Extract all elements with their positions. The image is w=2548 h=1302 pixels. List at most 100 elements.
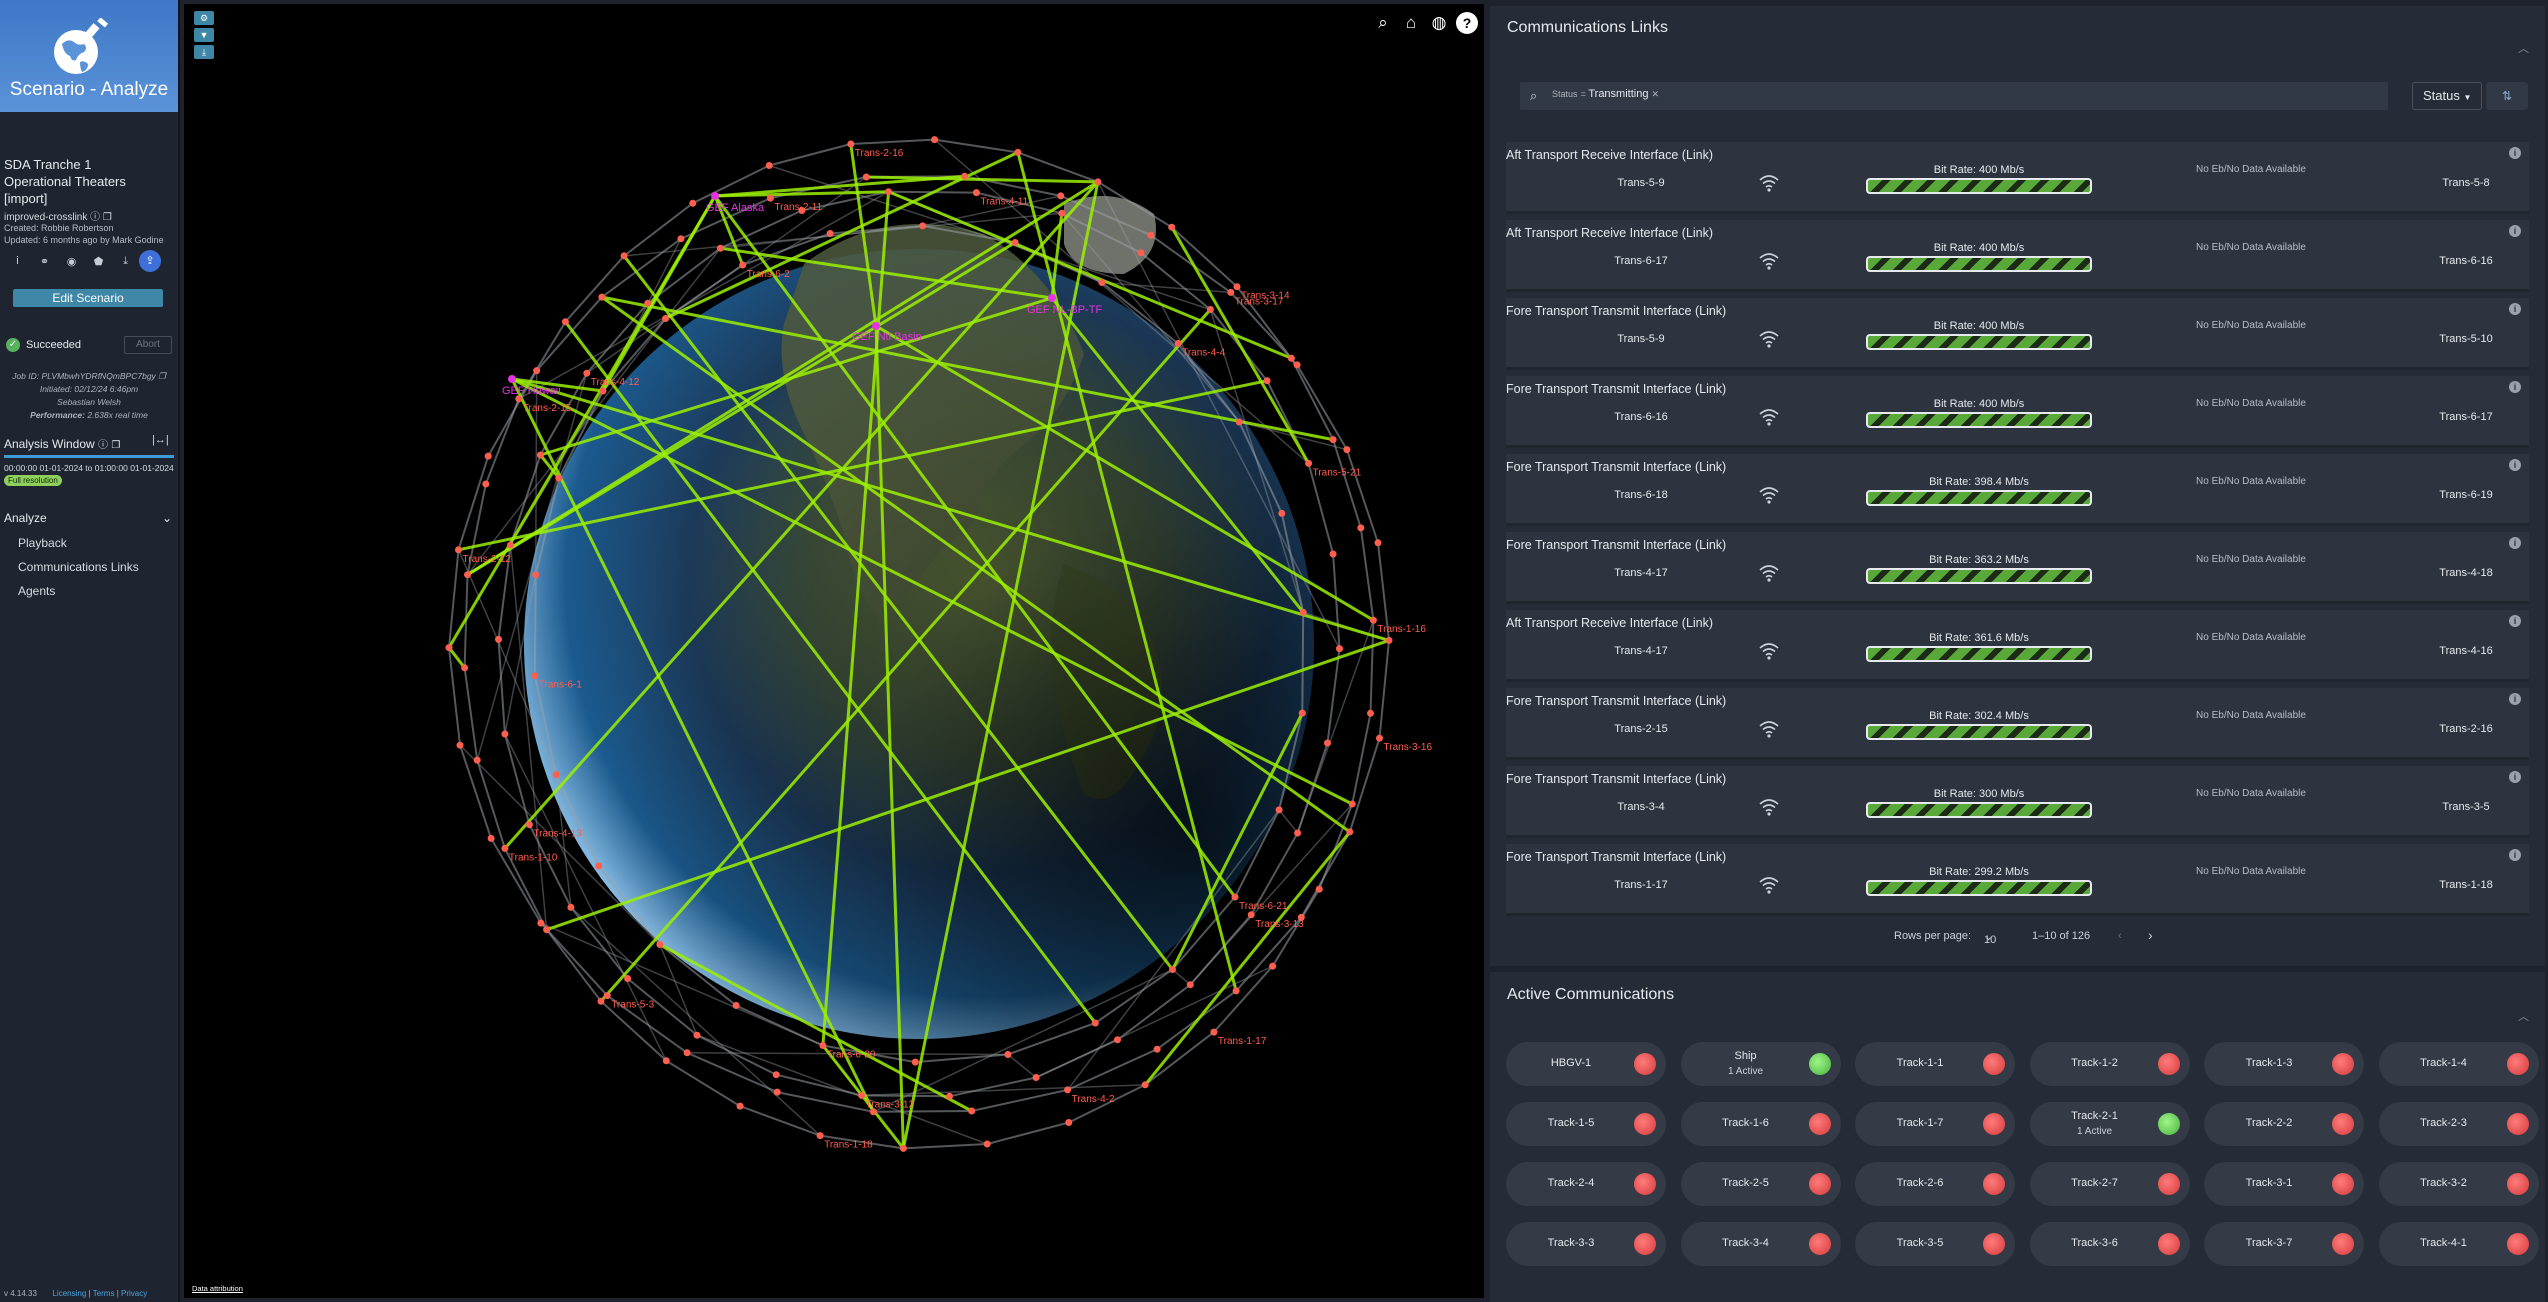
satellite-marker[interactable] <box>1058 209 1066 217</box>
agent-pill[interactable]: Track-1-3 <box>2204 1042 2364 1086</box>
satellite-marker[interactable] <box>461 664 469 672</box>
satellite-marker[interactable] <box>683 1049 691 1057</box>
satellite-marker[interactable] <box>1385 636 1393 644</box>
eye-icon[interactable]: ◉ <box>58 255 85 268</box>
satellite-marker[interactable] <box>624 975 632 982</box>
agent-pill[interactable]: Track-2-1 1 Active <box>2029 1102 2190 1146</box>
home-icon[interactable]: ⌂ <box>1400 12 1422 34</box>
satellite-marker[interactable] <box>1064 1086 1072 1094</box>
info-icon[interactable]: i <box>2509 225 2521 237</box>
satellite-marker[interactable] <box>1137 249 1145 257</box>
satellite-marker[interactable] <box>1065 1119 1073 1126</box>
link-row[interactable]: Fore Transport Transmit Interface (Link)… <box>1506 688 2529 760</box>
satellite-marker[interactable] <box>1004 1051 1012 1058</box>
agent-pill[interactable]: Track-3-2 <box>2378 1162 2539 1206</box>
rows-per-page-select[interactable]: 10 ⌄ <box>1984 930 1996 946</box>
satellite-marker[interactable] <box>885 188 892 196</box>
chevron-up-icon[interactable]: ︿ <box>2518 40 2529 56</box>
link-row[interactable]: Fore Transport Transmit Interface (Link)… <box>1506 766 2529 838</box>
agent-pill[interactable]: Track-2-6 <box>1855 1162 2015 1206</box>
satellite-marker[interactable] <box>1348 800 1356 808</box>
satellite-marker[interactable] <box>1294 829 1302 837</box>
satellite-marker[interactable] <box>826 230 834 237</box>
satellite-marker[interactable] <box>689 199 697 207</box>
satellite-marker[interactable] <box>1299 608 1307 616</box>
satellite-marker[interactable] <box>739 261 747 269</box>
satellite-marker[interactable] <box>536 451 544 459</box>
info-icon[interactable]: i <box>2509 381 2521 393</box>
satellite-marker[interactable] <box>552 771 560 779</box>
satellite-marker[interactable] <box>869 1108 877 1116</box>
satellite-marker[interactable] <box>983 1140 991 1148</box>
info-icon[interactable]: i <box>4 255 31 267</box>
satellite-marker[interactable] <box>531 672 539 680</box>
satellite-marker[interactable] <box>766 194 774 202</box>
agent-pill[interactable]: Track-1-1 <box>1855 1042 2015 1086</box>
satellite-marker[interactable] <box>1269 962 1277 970</box>
satellite-marker[interactable] <box>484 452 492 460</box>
close-icon[interactable]: ✕ <box>1652 89 1660 99</box>
agent-pill[interactable]: Track-2-4 <box>1506 1162 1666 1206</box>
satellite-marker[interactable] <box>899 1144 907 1152</box>
satellite-marker[interactable] <box>532 571 540 579</box>
nav-item-playback[interactable]: Playback <box>18 536 67 550</box>
satellite-marker[interactable] <box>543 926 551 934</box>
satellite-marker[interactable] <box>968 1107 976 1115</box>
satellite-marker[interactable] <box>1232 987 1240 995</box>
download-icon[interactable]: ⤓ <box>194 45 214 59</box>
satellite-marker[interactable] <box>482 480 490 488</box>
satellite-marker[interactable] <box>677 235 685 243</box>
link-row[interactable]: Aft Transport Receive Interface (Link) i T… <box>1506 610 2529 682</box>
satellite-marker[interactable] <box>1014 148 1022 156</box>
satellite-marker[interactable] <box>1367 709 1374 717</box>
agent-pill[interactable]: HBGV-1 <box>1506 1042 1666 1086</box>
licensing-link[interactable]: Licensing <box>52 1289 86 1298</box>
satellite-marker[interactable] <box>1227 288 1235 296</box>
info-icon[interactable]: i <box>2509 693 2521 705</box>
satellite-marker[interactable] <box>1032 1074 1040 1081</box>
satellite-marker[interactable] <box>445 644 453 652</box>
analyze-section-header[interactable]: Analyze ⌄ <box>4 511 172 525</box>
copy-icon[interactable]: ❐ <box>158 371 166 381</box>
satellite-marker[interactable] <box>662 1057 670 1065</box>
status-dropdown[interactable]: Status ▼ <box>2412 82 2482 110</box>
satellite-marker[interactable] <box>1141 1081 1149 1089</box>
satellite-marker[interactable] <box>1275 806 1283 814</box>
satellite-marker[interactable] <box>567 903 575 911</box>
agent-pill[interactable]: Track-2-5 <box>1680 1162 1841 1206</box>
satellite-marker[interactable] <box>816 1132 824 1140</box>
data-attribution-link[interactable]: Data attribution <box>192 1284 243 1293</box>
link-row[interactable]: Aft Transport Receive Interface (Link) i T… <box>1506 142 2529 214</box>
satellite-marker[interactable] <box>693 1031 701 1039</box>
satellite-marker[interactable] <box>1263 377 1271 385</box>
satellite-marker[interactable] <box>464 571 471 579</box>
satellite-marker[interactable] <box>1169 966 1176 973</box>
shield-icon[interactable]: ⬟ <box>85 255 112 268</box>
link-row[interactable]: Fore Transport Transmit Interface (Link)… <box>1506 532 2529 604</box>
info-icon[interactable]: ⓘ <box>90 212 100 223</box>
satellite-marker[interactable] <box>1346 828 1354 836</box>
link-row[interactable]: Fore Transport Transmit Interface (Link)… <box>1506 376 2529 448</box>
globe-scene[interactable]: Trans-1-16 Trans-1-17 Trans-1-18 Trans-1-10… <box>184 4 1484 1298</box>
share-icon[interactable]: ⇪ <box>139 250 161 272</box>
sort-icon[interactable]: ⇅ <box>2486 82 2528 110</box>
satellite-marker[interactable] <box>501 844 509 852</box>
copy-icon[interactable]: ❐ <box>111 440 120 451</box>
satellite-marker[interactable] <box>1336 645 1343 653</box>
satellite-marker[interactable] <box>1329 550 1337 558</box>
satellite-marker[interactable] <box>1168 223 1176 231</box>
satellite-marker[interactable] <box>765 162 773 169</box>
satellite-marker[interactable] <box>1094 178 1102 186</box>
link-row[interactable]: Aft Transport Receive Interface (Link) i T… <box>1506 220 2529 292</box>
satellite-marker[interactable] <box>644 299 652 307</box>
satellite-marker[interactable] <box>1297 913 1305 921</box>
satellite-marker[interactable] <box>603 992 611 1000</box>
satellite-marker[interactable] <box>1231 893 1239 901</box>
satellite-marker[interactable] <box>1357 524 1365 532</box>
nav-item-agents[interactable]: Agents <box>18 584 55 598</box>
satellite-marker[interactable] <box>819 1042 827 1049</box>
filter-search[interactable]: ⌕ Status = Transmitting ✕ <box>1520 82 2388 110</box>
agent-pill[interactable]: Track-3-3 <box>1506 1222 1666 1266</box>
satellite-marker[interactable] <box>1324 739 1331 747</box>
satellite-marker[interactable] <box>1186 981 1194 989</box>
